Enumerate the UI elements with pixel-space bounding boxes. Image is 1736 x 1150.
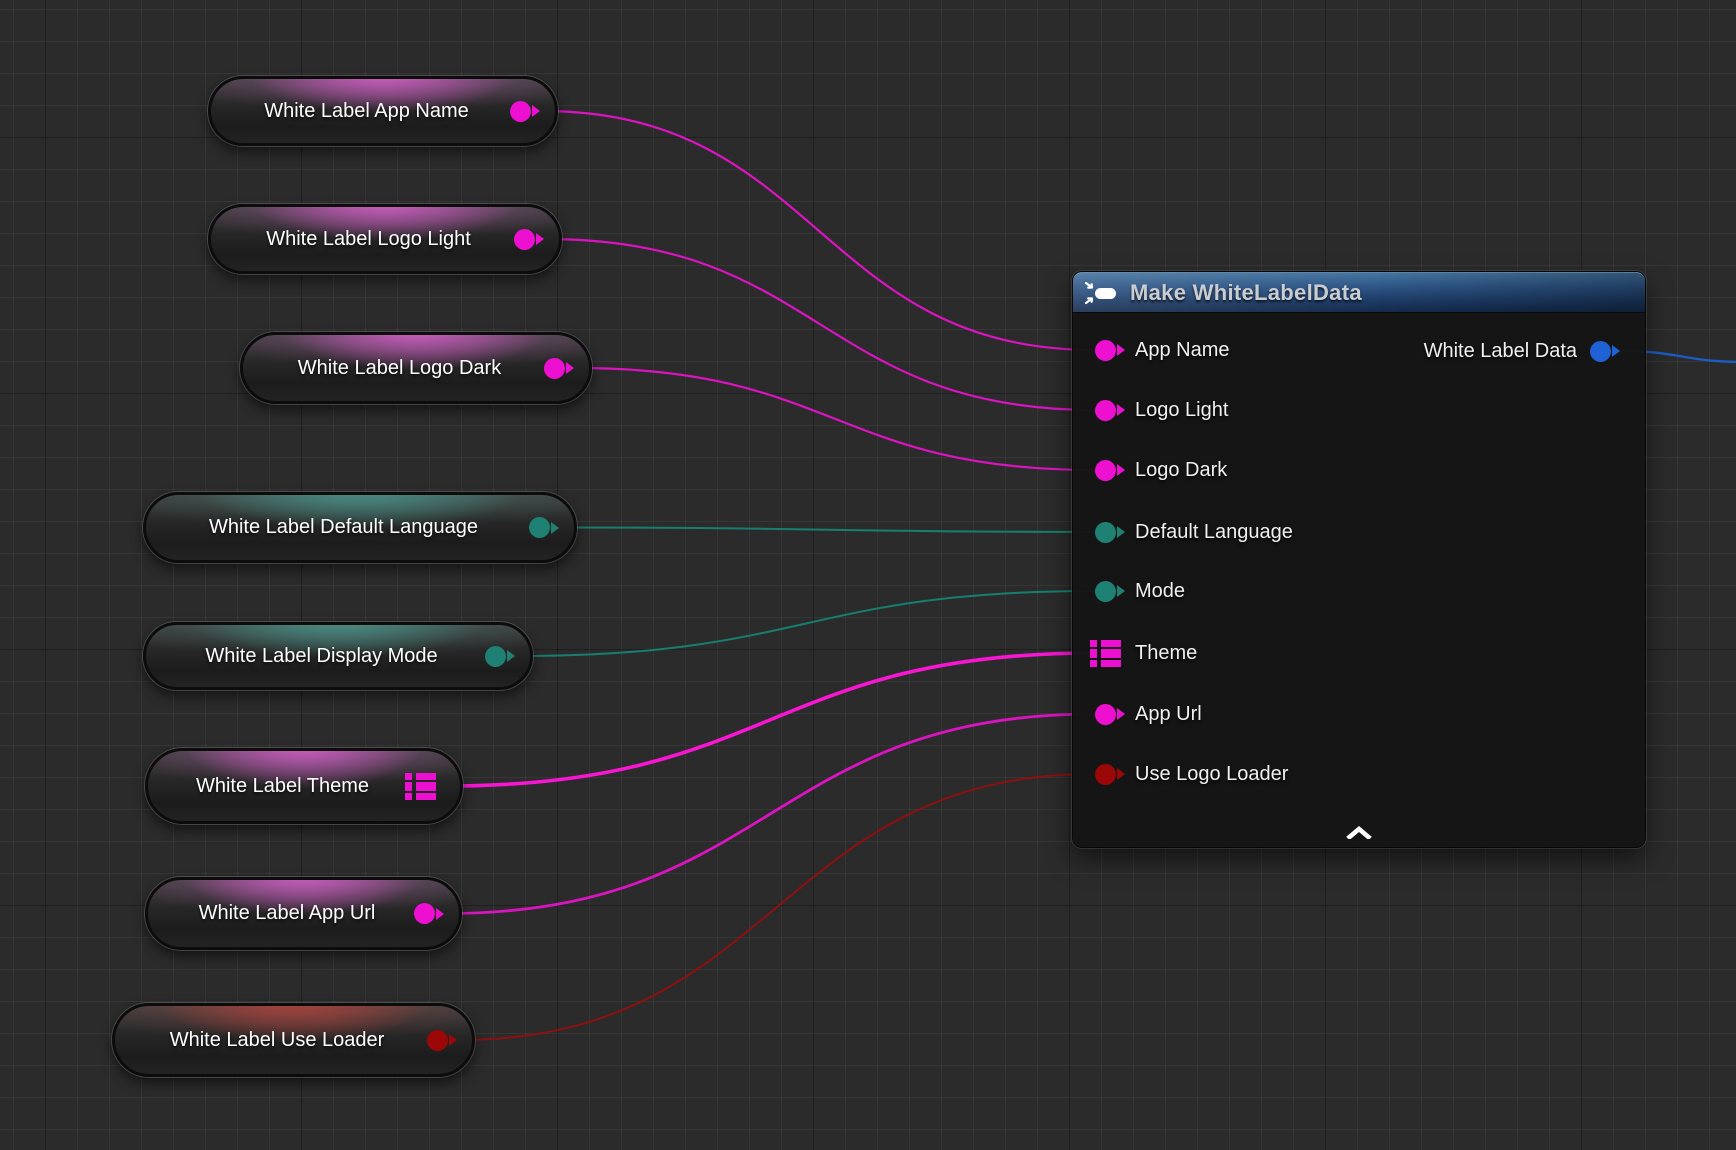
- struct-pin-cell: [405, 782, 412, 791]
- logo-light-input-pin[interactable]: [1095, 400, 1116, 421]
- input-row-mode: Mode: [1088, 576, 1185, 606]
- input-row-logo-dark: Logo Dark: [1088, 455, 1227, 485]
- struct-pin-cell: [405, 773, 412, 780]
- input-row-use-logo-loader: Use Logo Loader: [1088, 759, 1288, 789]
- white-label-theme-output-pin[interactable]: [405, 771, 436, 802]
- white-label-logo-dark-output-pin[interactable]: [544, 358, 565, 379]
- variable-node-white-label-logo-light[interactable]: White Label Logo Light: [208, 204, 562, 274]
- node-title: Make WhiteLabelData: [1130, 280, 1362, 306]
- struct-pin-cell: [1101, 649, 1121, 658]
- struct-pin-cell: [416, 782, 436, 791]
- variable-node-white-label-default-language[interactable]: White Label Default Language: [143, 492, 577, 563]
- chevron-up-icon: [1346, 826, 1372, 839]
- input-pin-label: App Name: [1135, 339, 1230, 362]
- node-header[interactable]: Make WhiteLabelData: [1073, 272, 1645, 313]
- input-row-logo-light: Logo Light: [1088, 395, 1228, 425]
- logo-dark-input-pin[interactable]: [1095, 460, 1116, 481]
- default-language-input-pin[interactable]: [1095, 522, 1116, 543]
- struct-pin-cell: [416, 773, 436, 780]
- struct-pin-cell: [1090, 649, 1097, 658]
- pin-box: [1088, 340, 1122, 361]
- use-logo-loader-input-pin[interactable]: [1095, 764, 1116, 785]
- pin-box: [1088, 522, 1122, 543]
- make-struct-icon: [1083, 280, 1119, 306]
- white-label-use-loader-output-pin[interactable]: [427, 1030, 448, 1051]
- struct-pin-cell: [1101, 660, 1121, 667]
- struct-pin-cell: [1090, 660, 1097, 667]
- pin-box: [1088, 638, 1122, 669]
- mode-input-pin[interactable]: [1095, 581, 1116, 602]
- input-row-app-url: App Url: [1088, 699, 1202, 729]
- collapse-node-button[interactable]: [1339, 821, 1379, 843]
- variable-node-white-label-use-loader[interactable]: White Label Use Loader: [112, 1003, 475, 1077]
- pin-box: [1088, 400, 1122, 421]
- input-pin-label: Theme: [1135, 642, 1197, 665]
- variable-node-label: White Label Logo Dark: [267, 357, 532, 380]
- variable-node-label: White Label Display Mode: [170, 645, 473, 668]
- input-pin-label: App Url: [1135, 703, 1202, 726]
- variable-node-label: White Label App Name: [235, 100, 498, 123]
- variable-node-label: White Label Logo Light: [235, 228, 502, 251]
- white-label-display-mode-output-pin[interactable]: [485, 646, 506, 667]
- input-pin-label: Use Logo Loader: [1135, 763, 1288, 786]
- input-pin-label: Mode: [1135, 580, 1185, 603]
- make-whitelabeldata-node[interactable]: Make WhiteLabelData App Name Logo Light Log…: [1073, 272, 1645, 847]
- variable-node-label: White Label Use Loader: [139, 1029, 415, 1052]
- pin-box: [1088, 764, 1122, 785]
- input-pin-label: Logo Dark: [1135, 459, 1227, 482]
- variable-node-white-label-theme[interactable]: White Label Theme: [145, 748, 463, 824]
- variable-node-white-label-logo-dark[interactable]: White Label Logo Dark: [240, 332, 592, 404]
- app-name-input-pin[interactable]: [1095, 340, 1116, 361]
- input-row-theme: Theme: [1088, 638, 1197, 668]
- white-label-default-language-output-pin[interactable]: [529, 517, 550, 538]
- struct-pin-cell: [1090, 640, 1097, 647]
- variable-node-white-label-app-url[interactable]: White Label App Url: [145, 877, 462, 950]
- output-pin-label: White Label Data: [1424, 340, 1577, 363]
- struct-pin-cell: [1101, 640, 1121, 647]
- variable-node-label: White Label App Url: [172, 902, 402, 925]
- struct-pin-cell: [416, 793, 436, 800]
- white-label-app-url-output-pin[interactable]: [414, 903, 435, 924]
- variable-node-label: White Label Default Language: [170, 516, 517, 539]
- pin-box: [1088, 460, 1122, 481]
- pin-box: [1088, 581, 1122, 602]
- variable-node-white-label-app-name[interactable]: White Label App Name: [208, 76, 558, 146]
- output-row: White Label Data: [1424, 336, 1611, 366]
- pin-box: [1088, 704, 1122, 725]
- white-label-data-output-pin[interactable]: [1590, 341, 1611, 362]
- blueprint-graph-canvas[interactable]: White Label App Name White Label Logo Lig…: [0, 0, 1736, 1150]
- variable-node-white-label-display-mode[interactable]: White Label Display Mode: [143, 622, 533, 690]
- white-label-logo-light-output-pin[interactable]: [514, 229, 535, 250]
- input-pin-label: Logo Light: [1135, 399, 1228, 422]
- input-pin-label: Default Language: [1135, 521, 1293, 544]
- struct-pin-cell: [405, 793, 412, 800]
- app-url-input-pin[interactable]: [1095, 704, 1116, 725]
- node-layer: White Label App Name White Label Logo Lig…: [0, 0, 1736, 1150]
- input-row-default-language: Default Language: [1088, 517, 1293, 547]
- white-label-app-name-output-pin[interactable]: [510, 101, 531, 122]
- theme-input-pin[interactable]: [1090, 638, 1121, 669]
- variable-node-label: White Label Theme: [172, 775, 393, 798]
- input-row-app-name: App Name: [1088, 335, 1230, 365]
